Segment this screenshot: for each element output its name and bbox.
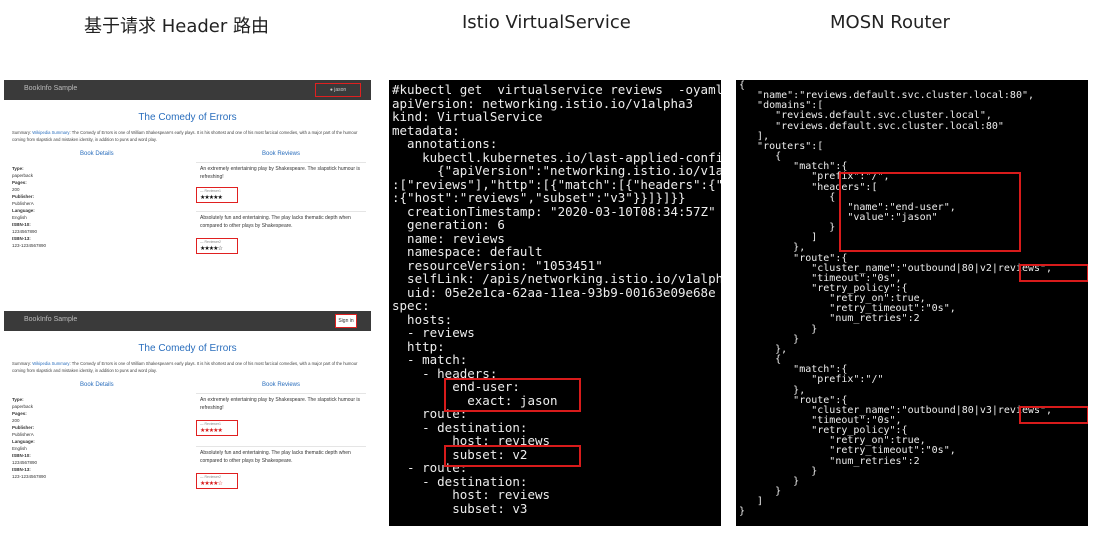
detail-value: English <box>12 215 27 220</box>
detail-value: paperback <box>12 173 34 178</box>
detail-value: 200 <box>12 418 20 423</box>
reviews-heading: Book Reviews <box>262 151 301 157</box>
highlight-subset-v2 <box>444 445 581 467</box>
bookinfo-page-anonymous: BookInfo Sample Sign in The Comedy of Er… <box>4 311 371 526</box>
review-divider <box>196 211 366 212</box>
review-divider <box>196 162 366 163</box>
terminal-line: subset: v3 <box>392 500 528 516</box>
reviewer-name: — Reviewer2 <box>200 240 222 244</box>
details-heading: Book Details <box>80 151 114 157</box>
detail-key: Language: <box>12 439 35 444</box>
review-1-text: An extremely entertaining play by Shakes… <box>200 166 360 180</box>
book-title: The Comedy of Errors <box>138 343 237 354</box>
review-divider <box>196 446 366 447</box>
detail-key: Language: <box>12 208 35 213</box>
detail-value: PublisherA <box>12 201 34 206</box>
detail-key: Type: <box>12 397 24 402</box>
summary-link[interactable]: Wikipedia Summary <box>32 361 69 366</box>
detail-key: ISBN-13: <box>12 467 31 472</box>
json-line: "reviews.default.svc.cluster.local:80" <box>739 120 1004 132</box>
star-rating: ★★★★☆ <box>200 246 223 252</box>
book-summary: Summary: Wikipedia Summary: The Comedy o… <box>12 129 363 143</box>
bookinfo-navbar: BookInfo Sample ● jason <box>4 80 371 100</box>
detail-key: Publisher: <box>12 425 35 430</box>
book-details: Type: paperback Pages: 200 Publisher: Publi… <box>12 396 46 480</box>
detail-value: 1234567890 <box>12 460 38 465</box>
highlight-cluster-v3 <box>1019 406 1088 424</box>
terminal-virtualservice-yaml: #kubectl get virtualservice reviews -oya… <box>389 80 721 526</box>
title-istio-virtualservice: Istio VirtualService <box>462 12 631 33</box>
title-header-routing: 基于请求 Header 路由 <box>84 16 269 37</box>
detail-value: paperback <box>12 404 34 409</box>
summary-link[interactable]: Wikipedia Summary <box>32 130 69 135</box>
detail-key: ISBN-10: <box>12 453 31 458</box>
detail-key: Pages: <box>12 180 27 185</box>
details-heading: Book Details <box>80 382 114 388</box>
highlight-end-user-header <box>444 378 581 412</box>
star-rating: ★★★★☆ <box>200 481 223 487</box>
reviewer-name: — Reviewer2 <box>200 475 222 479</box>
detail-key: ISBN-10: <box>12 222 31 227</box>
detail-value: 200 <box>12 187 20 192</box>
book-title: The Comedy of Errors <box>138 112 237 123</box>
reviewer-name: — Reviewer1 <box>200 189 222 193</box>
star-rating: ★★★★★ <box>200 428 223 434</box>
detail-key: Type: <box>12 166 24 171</box>
highlight-cluster-v2 <box>1019 264 1088 282</box>
star-rating: ★★★★★ <box>200 195 223 201</box>
review-1-rating-box: — Reviewer1 ★★★★★ <box>196 187 238 203</box>
review-2-text: Absolutely fun and entertaining. The pla… <box>200 215 351 229</box>
title-mosn-router: MOSN Router <box>830 12 950 33</box>
user-name: jason <box>334 87 347 93</box>
review-2-rating-box: — Reviewer2 ★★★★☆ <box>196 238 238 254</box>
summary-label: Summary: <box>12 361 32 366</box>
bookinfo-navbar: BookInfo Sample Sign in <box>4 311 371 331</box>
summary-label: Summary: <box>12 130 32 135</box>
review-1-rating-box: — Reviewer1 ★★★★★ <box>196 420 238 436</box>
book-summary: Summary: Wikipedia Summary: The Comedy o… <box>12 360 363 374</box>
detail-key: Publisher: <box>12 194 35 199</box>
terminal-line: uid: 05e2e1ca-62aa-11ea-93b9-00163e09e68… <box>392 284 716 300</box>
bookinfo-page-jason: BookInfo Sample ● jason The Comedy of Er… <box>4 80 371 275</box>
book-columns: Book Details Book Reviews Type: paperback… <box>4 382 371 542</box>
reviewer-name: — Reviewer1 <box>200 422 222 426</box>
mosn-router-json: { "name":"reviews.default.svc.cluster.lo… <box>736 80 1088 526</box>
detail-key: ISBN-13: <box>12 236 31 241</box>
book-details: Type: paperback Pages: 200 Publisher: Publi… <box>12 165 46 249</box>
detail-value: 1234567890 <box>12 229 38 234</box>
bookinfo-brand[interactable]: BookInfo Sample <box>24 316 77 323</box>
reviews-heading: Book Reviews <box>262 382 301 388</box>
review-divider <box>196 393 366 394</box>
detail-value: PublisherA <box>12 432 34 437</box>
logged-in-user[interactable]: ● jason <box>315 83 361 97</box>
review-2-rating-box: — Reviewer2 ★★★★☆ <box>196 473 238 489</box>
review-1-text: An extremely entertaining play by Shakes… <box>200 397 360 411</box>
detail-key: Pages: <box>12 411 27 416</box>
sign-in-button[interactable]: Sign in <box>335 314 357 328</box>
bookinfo-brand[interactable]: BookInfo Sample <box>24 85 77 92</box>
detail-value: 123-1234567890 <box>12 474 47 479</box>
detail-value: 123-1234567890 <box>12 243 47 248</box>
review-2-text: Absolutely fun and entertaining. The pla… <box>200 450 351 464</box>
highlight-match-headers <box>839 172 1021 252</box>
detail-value: English <box>12 446 27 451</box>
book-columns: Book Details Book Reviews Type: paperback… <box>4 151 371 301</box>
json-line: } <box>739 506 746 518</box>
